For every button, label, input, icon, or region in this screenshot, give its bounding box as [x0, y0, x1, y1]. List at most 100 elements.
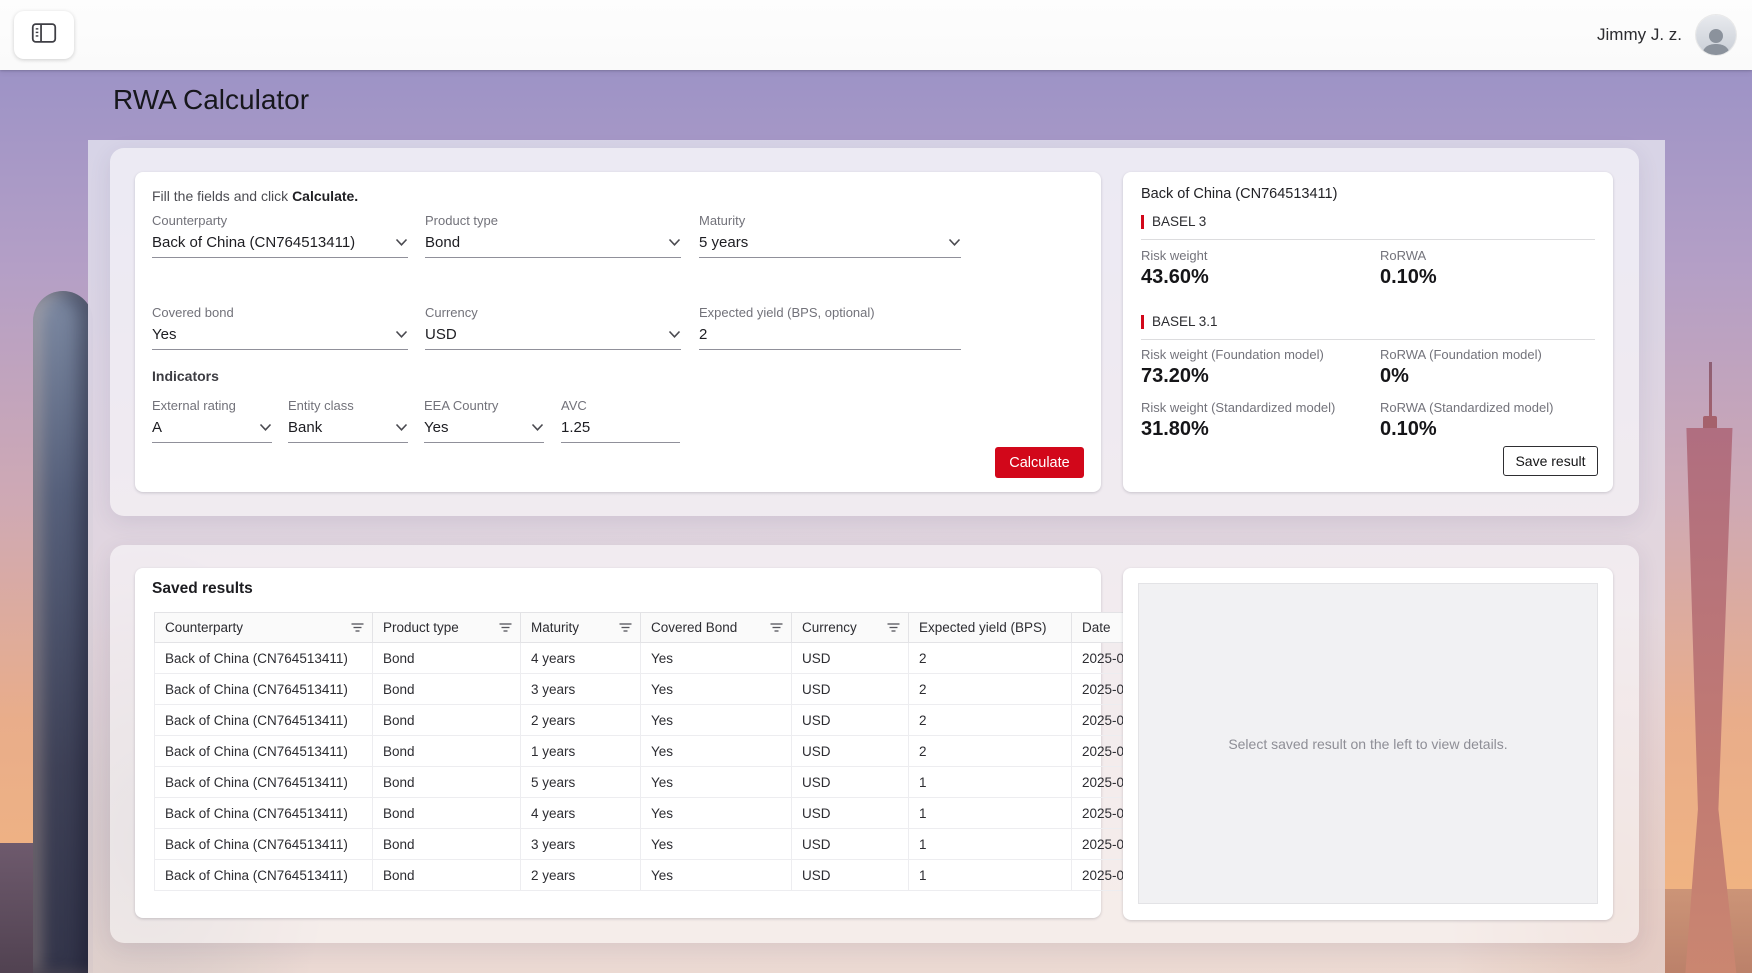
table-cell: Bond: [373, 829, 521, 860]
currency-select[interactable]: Currency USD: [425, 305, 681, 350]
chevron-down-icon: [259, 423, 272, 432]
details-empty-text: Select saved result on the left to view …: [1228, 736, 1507, 752]
product-type-select[interactable]: Product type Bond: [425, 213, 681, 258]
form-instruction: Fill the fields and click Calculate.: [152, 188, 358, 204]
column-header-maturity[interactable]: Maturity: [521, 613, 641, 643]
counterparty-select[interactable]: Counterparty Back of China (CN764513411): [152, 213, 408, 258]
table-cell: Back of China (CN764513411): [155, 860, 373, 891]
divider: [1141, 239, 1595, 240]
city-buildings-left: [0, 843, 34, 973]
chevron-down-icon: [668, 238, 681, 247]
eea-country-select[interactable]: EEA Country Yes: [424, 398, 544, 443]
filter-lines-icon[interactable]: [770, 622, 783, 633]
table-cell: Back of China (CN764513411): [155, 767, 373, 798]
table-cell: USD: [792, 829, 909, 860]
filter-lines-icon[interactable]: [351, 622, 364, 633]
table-cell: 1: [909, 798, 1072, 829]
table-cell: USD: [792, 798, 909, 829]
table-row[interactable]: Back of China (CN764513411)Bond3 yearsYe…: [155, 829, 1216, 860]
counterparty-value: Back of China (CN764513411): [152, 234, 355, 251]
table-cell: Back of China (CN764513411): [155, 643, 373, 674]
table-row[interactable]: Back of China (CN764513411)Bond2 yearsYe…: [155, 860, 1216, 891]
entity-class-label: Entity class: [288, 398, 408, 413]
avc-value: 1.25: [561, 419, 590, 436]
table-cell: Yes: [641, 643, 792, 674]
table-row[interactable]: Back of China (CN764513411)Bond3 yearsYe…: [155, 674, 1216, 705]
table-cell: Back of China (CN764513411): [155, 798, 373, 829]
expected-yield-value: 2: [699, 326, 707, 343]
user-avatar[interactable]: [1696, 15, 1736, 55]
app-window: Jimmy J. z. RWA Calculator Fill the fiel…: [0, 0, 1752, 973]
column-header-covered-bond[interactable]: Covered Bond: [641, 613, 792, 643]
details-empty-state: Select saved result on the left to view …: [1138, 583, 1598, 904]
table-cell: 2: [909, 674, 1072, 705]
calculate-button[interactable]: Calculate: [995, 447, 1084, 478]
column-header-product-type[interactable]: Product type: [373, 613, 521, 643]
table-cell: USD: [792, 860, 909, 891]
column-header-counterparty[interactable]: Counterparty: [155, 613, 373, 643]
dome-skyscraper: [33, 291, 93, 973]
currency-label: Currency: [425, 305, 681, 320]
sidebar-toggle-button[interactable]: [14, 11, 74, 59]
maturity-label: Maturity: [699, 213, 961, 228]
table-cell: 4 years: [521, 643, 641, 674]
indicators-title: Indicators: [152, 368, 219, 384]
filter-lines-icon[interactable]: [499, 622, 512, 633]
external-rating-select[interactable]: External rating A: [152, 398, 272, 443]
chevron-down-icon: [531, 423, 544, 432]
expected-yield-input[interactable]: Expected yield (BPS, optional) 2: [699, 305, 961, 350]
table-cell: 3 years: [521, 674, 641, 705]
table-cell: Yes: [641, 829, 792, 860]
metric-rorwa-standardized: RoRWA (Standardized model) 0.10%: [1380, 400, 1605, 441]
chevron-down-icon: [395, 330, 408, 339]
saved-results-table: CounterpartyProduct typeMaturityCovered …: [154, 612, 1216, 891]
table-cell: Yes: [641, 736, 792, 767]
product-type-value: Bond: [425, 234, 460, 251]
details-card: Select saved result on the left to view …: [1123, 568, 1613, 920]
results-card: Back of China (CN764513411) BASEL 3 Risk…: [1123, 172, 1613, 492]
table-cell: USD: [792, 705, 909, 736]
table-row[interactable]: Back of China (CN764513411)Bond2 yearsYe…: [155, 705, 1216, 736]
table-row[interactable]: Back of China (CN764513411)Bond1 yearsYe…: [155, 736, 1216, 767]
product-type-label: Product type: [425, 213, 681, 228]
table-cell: 5 years: [521, 767, 641, 798]
avc-input[interactable]: AVC 1.25: [561, 398, 680, 443]
table-cell: Bond: [373, 860, 521, 891]
user-name: Jimmy J. z.: [1597, 25, 1682, 45]
column-header-currency[interactable]: Currency: [792, 613, 909, 643]
table-cell: Bond: [373, 767, 521, 798]
table-cell: USD: [792, 736, 909, 767]
save-result-button[interactable]: Save result: [1503, 446, 1598, 476]
table-cell: 2: [909, 705, 1072, 736]
chevron-down-icon: [668, 330, 681, 339]
metric-rw-standardized: Risk weight (Standardized model) 31.80%: [1141, 400, 1366, 441]
accent-bar: [1141, 215, 1144, 229]
column-header-expected-yield-bps[interactable]: Expected yield (BPS): [909, 613, 1072, 643]
calculator-form-card: Fill the fields and click Calculate. Cou…: [135, 172, 1101, 492]
table-cell: Yes: [641, 705, 792, 736]
filter-lines-icon[interactable]: [619, 622, 632, 633]
filter-lines-icon[interactable]: [887, 622, 900, 633]
table-row[interactable]: Back of China (CN764513411)Bond5 yearsYe…: [155, 767, 1216, 798]
table-cell: Bond: [373, 798, 521, 829]
currency-value: USD: [425, 326, 457, 343]
accent-bar: [1141, 315, 1144, 329]
table-cell: Bond: [373, 736, 521, 767]
table-cell: Back of China (CN764513411): [155, 705, 373, 736]
table-cell: Yes: [641, 860, 792, 891]
maturity-select[interactable]: Maturity 5 years: [699, 213, 961, 258]
covered-bond-select[interactable]: Covered bond Yes: [152, 305, 408, 350]
chevron-down-icon: [395, 238, 408, 247]
table-row[interactable]: Back of China (CN764513411)Bond4 yearsYe…: [155, 643, 1216, 674]
entity-class-value: Bank: [288, 419, 322, 436]
table-cell: 2: [909, 643, 1072, 674]
table-cell: 1: [909, 860, 1072, 891]
table-cell: 2 years: [521, 860, 641, 891]
entity-class-select[interactable]: Entity class Bank: [288, 398, 408, 443]
table-row[interactable]: Back of China (CN764513411)Bond4 yearsYe…: [155, 798, 1216, 829]
table-cell: Back of China (CN764513411): [155, 736, 373, 767]
results-title: Back of China (CN764513411): [1141, 186, 1337, 202]
expected-yield-label: Expected yield (BPS, optional): [699, 305, 961, 320]
covered-bond-label: Covered bond: [152, 305, 408, 320]
page-title: RWA Calculator: [113, 84, 309, 116]
